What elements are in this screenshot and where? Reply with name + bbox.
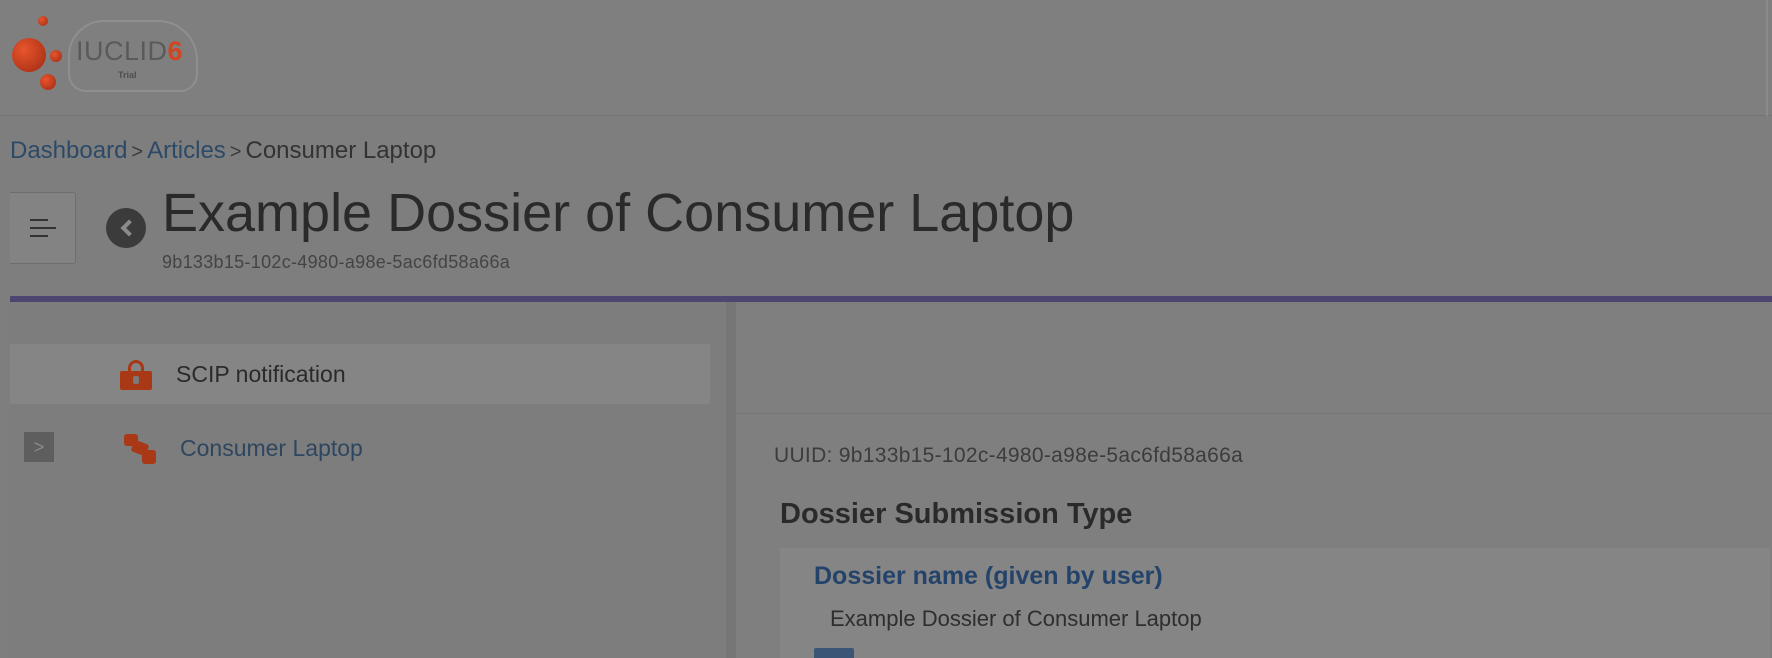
expand-button[interactable]: > bbox=[24, 432, 54, 462]
breadcrumb-separator: > bbox=[229, 141, 242, 163]
breadcrumb: Dashboard > Articles > Consumer Laptop bbox=[10, 137, 436, 165]
lock-icon bbox=[120, 360, 152, 390]
breadcrumb-current: Consumer Laptop bbox=[245, 137, 437, 164]
tree-item-label: SCIP notification bbox=[176, 361, 346, 387]
tree-item-label: Consumer Laptop bbox=[180, 435, 363, 461]
content-panel: UUID: 9b133b15-102c-4980-a98e-5ac6fd58a6… bbox=[736, 302, 1772, 658]
navigation-tree: SCIP notification > Consumer Laptop bbox=[10, 302, 726, 658]
menu-toggle-button[interactable] bbox=[10, 192, 76, 264]
logo-brand-text: IUCLID6 bbox=[76, 36, 184, 66]
field-value: Example Dossier of Consumer Laptop bbox=[830, 606, 1202, 631]
breadcrumb-separator: > bbox=[131, 141, 144, 163]
panel-divider[interactable] bbox=[726, 302, 736, 658]
laptop-icon bbox=[122, 430, 162, 466]
logo-sphere-small-right bbox=[50, 50, 62, 62]
content-uuid: UUID: 9b133b15-102c-4980-a98e-5ac6fd58a6… bbox=[774, 444, 1244, 467]
field-label[interactable]: Dossier name (given by user) bbox=[814, 562, 1163, 591]
page-title: Example Dossier of Consumer Laptop bbox=[162, 183, 1075, 243]
section-title: Dossier Submission Type bbox=[780, 498, 1133, 530]
scrollbar-edge bbox=[1766, 0, 1768, 116]
content-toolbar bbox=[736, 302, 1772, 414]
logo-sphere-large bbox=[12, 38, 46, 72]
field-dossier-name: Dossier name (given by user) Example Dos… bbox=[780, 548, 1770, 658]
breadcrumb-dashboard[interactable]: Dashboard bbox=[10, 137, 127, 164]
menu-icon bbox=[29, 219, 56, 237]
next-field-label-partial bbox=[814, 648, 854, 658]
back-button[interactable] bbox=[106, 208, 146, 248]
iuclid-logo[interactable]: IUCLID6 Trial bbox=[10, 12, 200, 98]
breadcrumb-articles[interactable]: Articles bbox=[147, 137, 226, 164]
logo-sphere-small-bottom bbox=[40, 74, 56, 90]
page-uuid: 9b133b15-102c-4980-a98e-5ac6fd58a66a bbox=[162, 252, 511, 272]
logo-sphere-small-top bbox=[38, 16, 48, 26]
tree-item-consumer-laptop[interactable]: > Consumer Laptop bbox=[10, 418, 710, 478]
logo-edition-text: Trial bbox=[118, 70, 137, 80]
top-bar: IUCLID6 Trial bbox=[0, 0, 1772, 116]
tree-item-scip-notification[interactable]: SCIP notification bbox=[10, 344, 710, 404]
chevron-left-icon bbox=[120, 219, 138, 237]
